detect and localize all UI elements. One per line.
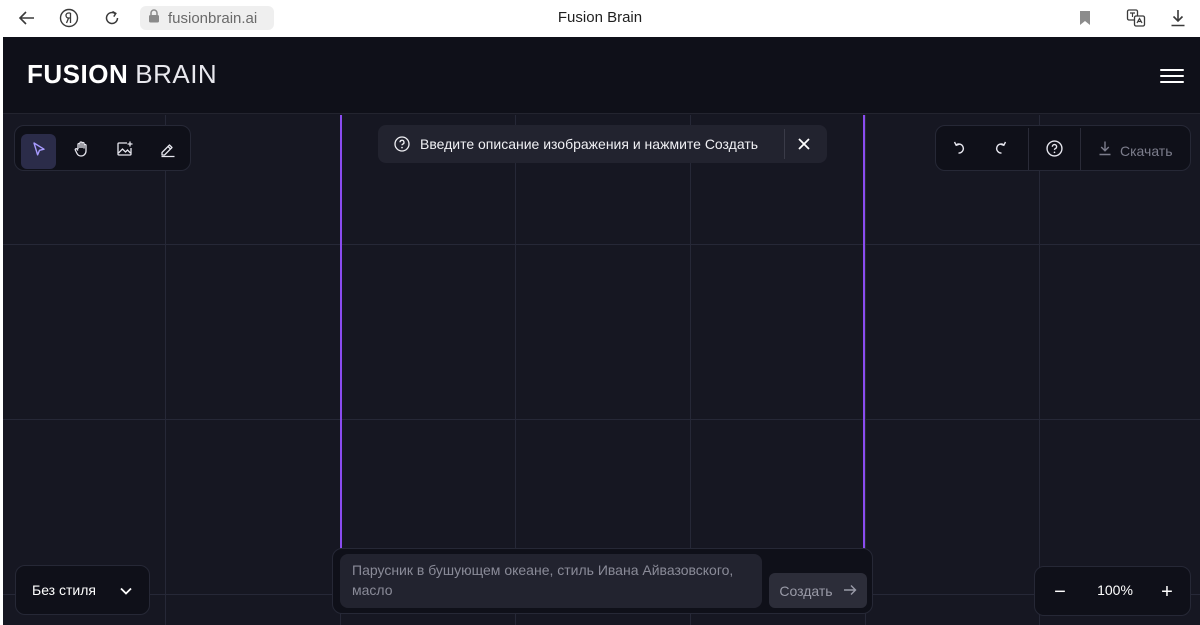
grid-line <box>3 419 1200 420</box>
reload-icon[interactable] <box>99 6 125 30</box>
yandex-icon[interactable] <box>56 6 82 30</box>
select-tool-button[interactable] <box>21 134 56 169</box>
bookmark-icon[interactable] <box>1072 6 1098 30</box>
close-icon[interactable] <box>792 132 816 156</box>
zoom-in-button[interactable]: + <box>1154 579 1180 605</box>
add-image-tool-button[interactable] <box>107 134 142 169</box>
eraser-tool-button[interactable] <box>150 134 185 169</box>
logo-bold: FUSION <box>27 59 129 89</box>
prompt-input[interactable] <box>340 554 762 608</box>
undo-button[interactable] <box>944 133 974 168</box>
redo-button[interactable] <box>986 133 1016 168</box>
logo-light: BRAIN <box>135 59 218 89</box>
hamburger-menu-icon[interactable] <box>1160 65 1184 87</box>
eraser-icon <box>159 140 177 163</box>
hand-tool-button[interactable] <box>64 134 99 169</box>
back-arrow-icon[interactable] <box>14 6 40 30</box>
browser-toolbar: fusionbrain.ai Fusion Brain <box>0 0 1200 37</box>
download-button[interactable]: Скачать <box>1098 133 1178 168</box>
create-button-label: Создать <box>779 582 833 599</box>
zoom-panel: − 100% + <box>1034 566 1191 616</box>
url-text: fusionbrain.ai <box>168 9 258 27</box>
address-bar[interactable]: fusionbrain.ai <box>140 6 274 30</box>
zoom-level: 100% <box>1097 582 1133 598</box>
zoom-out-button[interactable]: − <box>1047 579 1073 605</box>
grid-line <box>3 244 1200 245</box>
hint-text: Введите описание изображения и нажмите С… <box>420 136 759 152</box>
download-icon[interactable] <box>1165 6 1191 30</box>
history-toolbar: Скачать <box>935 125 1191 171</box>
generation-frame-left <box>340 115 342 549</box>
help-button[interactable] <box>1039 133 1069 168</box>
divider <box>784 129 785 159</box>
translate-icon[interactable] <box>1123 6 1149 30</box>
style-select[interactable]: Без стиля <box>15 565 150 615</box>
style-select-value: Без стиля <box>32 582 96 598</box>
app-header: FUSION BRAIN <box>3 37 1200 114</box>
lock-icon <box>148 8 160 28</box>
grid-line <box>165 115 166 625</box>
image-add-icon <box>116 140 134 163</box>
undo-icon <box>952 140 966 161</box>
hand-icon <box>73 140 91 163</box>
download-label: Скачать <box>1120 142 1173 159</box>
help-circle-icon <box>394 136 410 152</box>
grid-line <box>1039 115 1040 625</box>
divider <box>1080 128 1081 170</box>
divider <box>1028 128 1029 170</box>
download-icon <box>1098 140 1112 161</box>
prompt-panel: Создать <box>332 548 873 614</box>
tool-panel <box>14 125 191 171</box>
hint-toast: Введите описание изображения и нажмите С… <box>378 125 827 163</box>
create-button[interactable]: Создать <box>769 573 867 608</box>
logo[interactable]: FUSION BRAIN <box>27 59 217 90</box>
cursor-icon <box>31 141 47 162</box>
help-circle-icon <box>1045 139 1063 162</box>
arrow-right-icon <box>843 583 857 599</box>
chevron-down-icon <box>117 582 135 600</box>
redo-icon <box>994 140 1008 161</box>
generation-frame-right <box>863 115 865 549</box>
